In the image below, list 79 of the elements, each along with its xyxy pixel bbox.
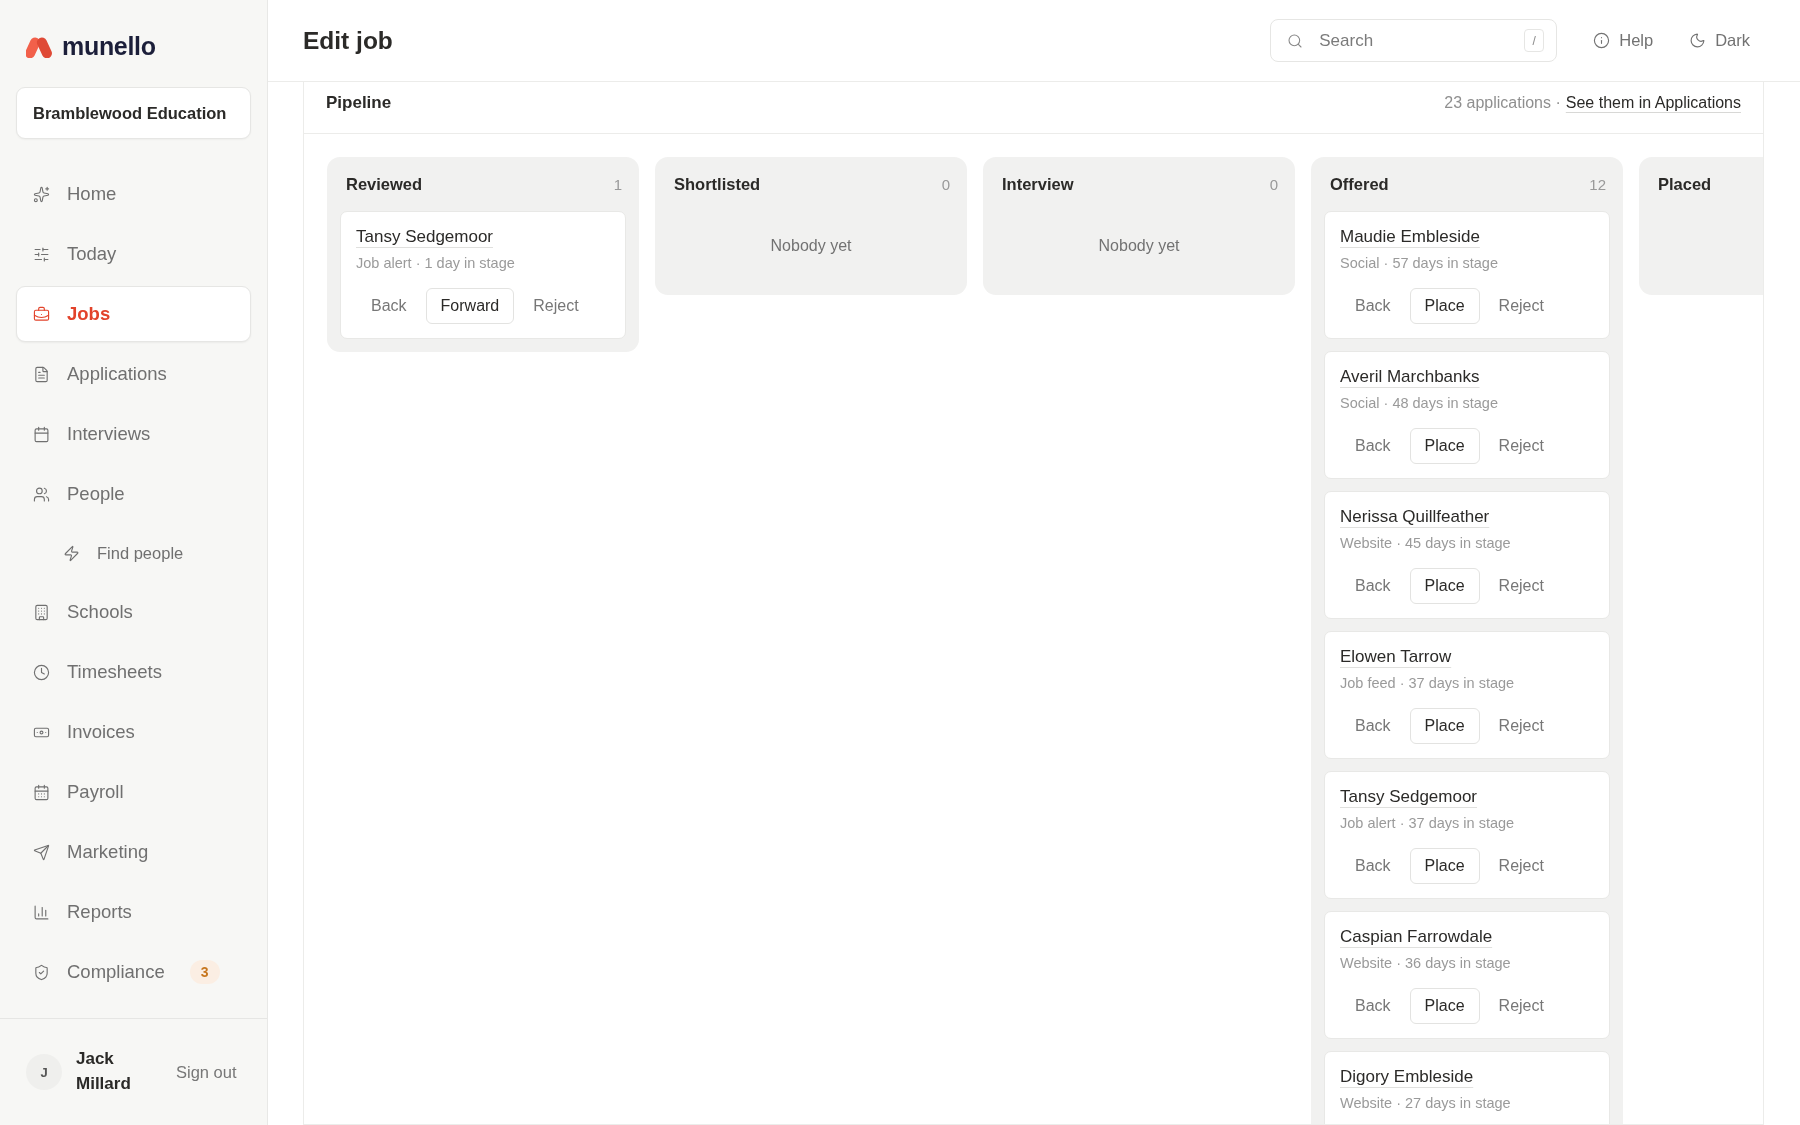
advance-button[interactable]: Place <box>1409 988 1480 1024</box>
nav-item[interactable]: Reports <box>16 884 251 940</box>
candidate-name-link[interactable]: Maudie Embleside <box>1340 227 1480 247</box>
count-badge: 3 <box>189 960 220 984</box>
column-title: Placed <box>1658 174 1713 194</box>
candidate-meta: Job alert · 1 day in stage <box>356 255 516 271</box>
avatar: J <box>26 1054 62 1090</box>
nav-item[interactable]: Schools <box>16 584 251 640</box>
search-icon <box>1287 32 1304 49</box>
bar-chart-icon <box>33 903 50 921</box>
nav-item[interactable]: Marketing <box>16 824 251 880</box>
nav-item[interactable]: People <box>16 466 251 522</box>
advance-button[interactable]: Place <box>1409 848 1480 884</box>
column-count: 1 <box>613 175 622 193</box>
sign-out-link[interactable]: Sign out <box>176 1062 237 1082</box>
candidate-name-link[interactable]: Nerissa Quillfeather <box>1340 507 1490 527</box>
candidate-meta: Job alert · 37 days in stage <box>1340 815 1516 831</box>
candidate-meta: Website · 45 days in stage <box>1340 535 1512 551</box>
logo-icon <box>26 35 52 58</box>
candidate-name-link[interactable]: Caspian Farrowdale <box>1340 927 1493 947</box>
nav-item[interactable]: Applications <box>16 346 251 402</box>
column-title: Offered <box>1330 174 1390 194</box>
calendar-icon <box>33 783 50 801</box>
advance-button[interactable]: Place <box>1409 288 1480 324</box>
advance-button[interactable]: Place <box>1409 708 1480 744</box>
clock-icon <box>33 663 50 681</box>
search-field[interactable]: Search / <box>1270 19 1558 62</box>
column-count: 12 <box>1589 175 1606 193</box>
moon-icon <box>1689 32 1707 49</box>
user-name: Jack Millard <box>76 1048 132 1095</box>
applications-link[interactable]: See them in Applications <box>1565 93 1741 112</box>
advance-button[interactable]: Forward <box>425 288 515 324</box>
info-icon <box>1593 32 1611 49</box>
column-title: Shortlisted <box>674 174 762 194</box>
people-icon <box>33 485 50 503</box>
advance-button[interactable]: Place <box>1409 568 1480 604</box>
nav-item[interactable]: Jobs <box>16 286 251 342</box>
help-button[interactable]: Help <box>1593 31 1654 50</box>
nav-item[interactable]: Payroll <box>16 764 251 820</box>
nav-item[interactable]: Compliance 3 <box>16 944 251 1000</box>
candidate-meta: Website · 36 days in stage <box>1340 955 1512 971</box>
candidate-name-link[interactable]: Averil Marchbanks <box>1340 367 1480 387</box>
lightning-icon <box>63 544 80 562</box>
column-count: 0 <box>941 175 950 193</box>
candidate-meta: Social · 57 days in stage <box>1340 255 1499 271</box>
nav-item[interactable]: Today <box>16 226 251 282</box>
brand-name: munello <box>62 32 156 61</box>
candidate-meta: Job feed · 37 days in stage <box>1340 675 1516 691</box>
document-icon <box>33 365 50 383</box>
sparkle-icon <box>33 185 50 203</box>
candidate-name-link[interactable]: Tansy Sedgemoor <box>1340 787 1478 807</box>
advance-button[interactable]: Place <box>1409 428 1480 464</box>
candidate-name-link[interactable]: Tansy Sedgemoor <box>356 227 494 247</box>
calendar-icon <box>33 425 50 443</box>
empty-message: Nobody yet <box>769 237 853 255</box>
candidate-meta: Social · 48 days in stage <box>1340 395 1499 411</box>
sliders-icon <box>33 245 50 263</box>
candidate-name-link[interactable]: Digory Embleside <box>1340 1067 1474 1087</box>
shield-check-icon <box>33 963 50 981</box>
section-title: Pipeline <box>326 92 393 113</box>
shortcut-key: / <box>1524 29 1545 52</box>
candidate-name-link[interactable]: Elowen Tarrow <box>1340 647 1452 667</box>
column-title: Reviewed <box>346 174 424 194</box>
theme-button[interactable]: Dark <box>1689 31 1750 50</box>
nav-item[interactable]: Interviews <box>16 406 251 462</box>
column-count: 0 <box>1269 175 1278 193</box>
send-icon <box>33 843 50 861</box>
applications-count: 23 applications · <box>1444 93 1561 112</box>
column-title: Interview <box>1002 174 1075 194</box>
nav-item[interactable]: Timesheets <box>16 644 251 700</box>
building-icon <box>33 603 50 621</box>
candidate-meta: Website · 27 days in stage <box>1340 1095 1512 1111</box>
nav-subitem[interactable]: Find people <box>16 526 251 580</box>
briefcase-icon <box>33 305 50 323</box>
empty-message: Nobody yet <box>1097 237 1181 255</box>
page-title: Edit job <box>303 26 394 55</box>
organisation-switcher[interactable]: Bramblewood Education <box>16 87 251 139</box>
nav-item[interactable]: Home <box>16 166 251 222</box>
nav-item[interactable]: Invoices <box>16 704 251 760</box>
